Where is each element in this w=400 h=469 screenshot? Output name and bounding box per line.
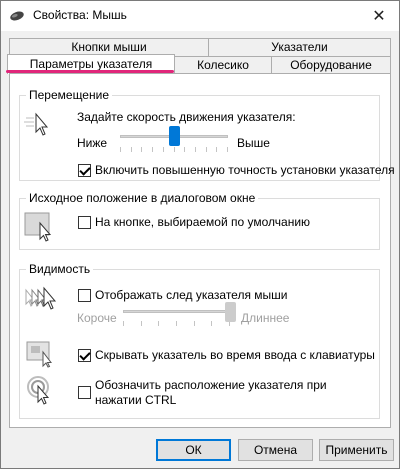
pointer-trails-icon — [25, 286, 57, 310]
group-title: Видимость — [26, 262, 94, 276]
trails-slider-ticks — [123, 321, 230, 326]
title-bar: Свойства: Мышь ✕ — [1, 1, 399, 31]
tab-label: Параметры указателя — [29, 57, 153, 71]
pointer-trails-label: Отображать след указателя мыши — [95, 288, 288, 302]
slider-tick — [152, 147, 153, 152]
speed-slider-ticks — [120, 147, 228, 152]
slider-tick — [123, 321, 124, 326]
slider-tick — [141, 321, 142, 326]
tab-pointers[interactable]: Указатели — [208, 38, 391, 56]
slider-tick — [195, 147, 196, 152]
show-location-checkbox[interactable] — [78, 386, 91, 399]
mouse-icon — [10, 11, 24, 21]
tab-highlight-underline — [6, 70, 174, 73]
speed-label: Задайте скорость движения указателя: — [77, 110, 296, 124]
fast-label: Выше — [237, 136, 270, 150]
slider-tick — [120, 147, 121, 152]
tab-wheel[interactable]: Колесико — [174, 56, 272, 74]
apply-button[interactable]: Применить — [319, 439, 394, 461]
close-button[interactable]: ✕ — [359, 1, 399, 31]
slider-tick — [227, 147, 228, 152]
slider-tick — [176, 321, 177, 326]
trails-slider-thumb[interactable] — [225, 302, 236, 322]
close-icon: ✕ — [372, 8, 386, 25]
speed-slider-thumb[interactable] — [169, 126, 180, 146]
cancel-button[interactable]: Отмена — [238, 439, 313, 461]
trails-slider-track — [123, 310, 230, 313]
visibility-group: Видимость Отображать след указателя мыши… — [19, 262, 380, 419]
ok-button[interactable]: ОК — [156, 439, 231, 461]
snap-to-default-label: На кнопке, выбираемой по умолчанию — [95, 215, 311, 229]
window-title: Свойства: Мышь — [33, 8, 127, 22]
slider-tick — [141, 147, 142, 152]
slider-tick — [194, 321, 195, 326]
slider-tick — [216, 147, 217, 152]
slider-tick — [211, 321, 212, 326]
apply-label: Применить — [325, 443, 388, 457]
tab-label: Колесико — [197, 58, 249, 72]
cancel-label: Отмена — [253, 443, 298, 457]
snap-to-default-checkbox[interactable] — [78, 216, 91, 229]
enhance-precision-label: Включить повышенную точность установки у… — [95, 163, 395, 177]
slider-tick — [131, 147, 132, 152]
pointer-trails-checkbox[interactable] — [78, 289, 91, 302]
group-title: Перемещение — [26, 88, 112, 102]
tab-panel: Перемещение Задайте скорость движения ук… — [9, 73, 395, 428]
slider-tick — [184, 147, 185, 152]
slow-label: Ниже — [77, 136, 108, 150]
tab-label: Указатели — [271, 40, 328, 54]
hide-pointer-icon — [26, 341, 53, 368]
hide-pointer-label: Скрывать указатель во время ввода с клав… — [95, 348, 375, 362]
show-location-label: Обозначить расположение указателя при на… — [95, 378, 327, 407]
snap-to-icon — [24, 212, 52, 242]
show-location-icon — [27, 376, 50, 405]
long-label: Длиннее — [241, 311, 290, 325]
snap-to-group: Исходное положение в диалоговом окне На … — [19, 191, 380, 250]
motion-group: Перемещение Задайте скорость движения ук… — [19, 88, 395, 181]
tab-label: Оборудование — [290, 58, 372, 72]
hide-pointer-checkbox[interactable] — [78, 349, 91, 362]
slider-tick — [174, 147, 175, 152]
slider-tick — [206, 147, 207, 152]
enhance-precision-checkbox[interactable] — [78, 164, 91, 177]
slider-tick — [163, 147, 164, 152]
group-title: Исходное положение в диалоговом окне — [26, 191, 259, 205]
slider-tick — [158, 321, 159, 326]
short-label: Короче — [77, 311, 117, 325]
tab-label: Кнопки мыши — [71, 40, 147, 54]
pointer-speed-icon — [24, 112, 49, 136]
ok-label: ОК — [185, 443, 202, 457]
tab-hardware[interactable]: Оборудование — [271, 56, 391, 74]
